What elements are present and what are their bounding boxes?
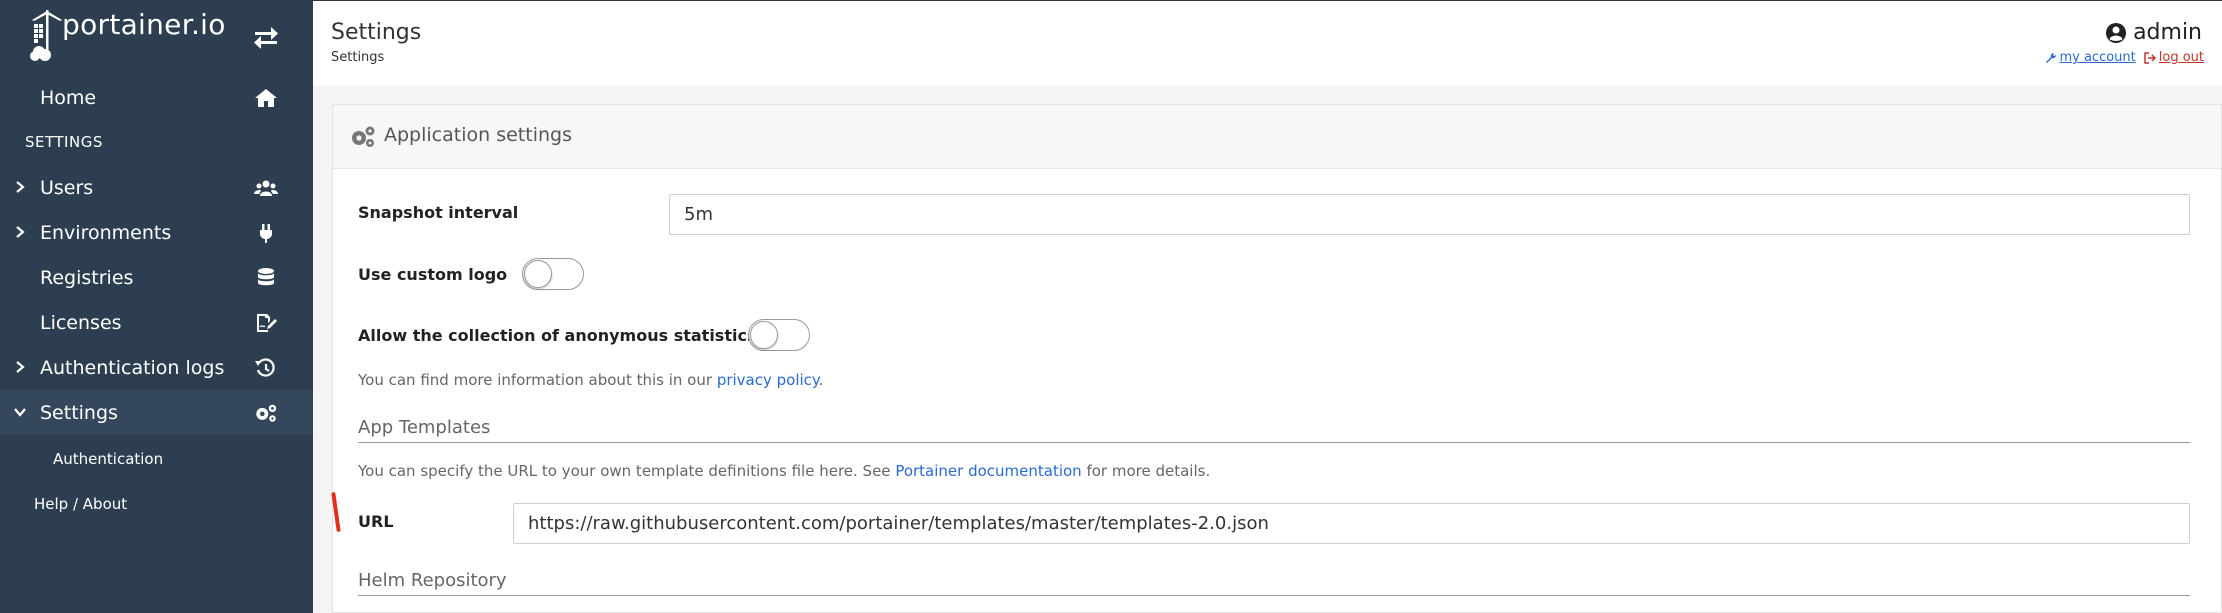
log-out-label: log out xyxy=(2158,50,2204,65)
sidebar-item-label: Environments xyxy=(40,221,172,244)
username: admin xyxy=(2133,20,2202,45)
custom-logo-toggle[interactable] xyxy=(522,258,584,290)
privacy-help-text: You can find more information about this… xyxy=(358,371,823,389)
helm-repository-title: Helm Repository xyxy=(358,570,507,591)
sidebar-item-registries[interactable]: Registries xyxy=(0,255,313,300)
chevron-right-icon xyxy=(16,226,25,238)
sidebar-item-label: Settings xyxy=(40,401,118,424)
snapshot-interval-input[interactable] xyxy=(669,194,2190,235)
sidebar-item-authentication-logs[interactable]: Authentication logs xyxy=(0,345,313,390)
history-icon xyxy=(255,358,275,377)
templates-url-input[interactable] xyxy=(513,503,2190,544)
chevron-right-icon xyxy=(16,181,25,193)
user-menu: admin xyxy=(2105,20,2202,45)
privacy-help-prefix: You can find more information about this… xyxy=(358,371,713,389)
toggle-knob xyxy=(750,321,778,349)
url-label: URL xyxy=(358,512,394,531)
swap-arrows-icon[interactable] xyxy=(252,24,280,52)
user-circle-icon xyxy=(2106,22,2127,43)
privacy-policy-link[interactable]: privacy policy xyxy=(717,371,819,389)
cogs-icon xyxy=(352,126,375,147)
sidebar-item-licenses[interactable]: Licenses xyxy=(0,300,313,345)
logo-text: portainer.io xyxy=(62,8,226,41)
sign-out-icon xyxy=(2144,51,2156,64)
sidebar-item-label: Registries xyxy=(40,266,134,289)
snapshot-interval-label: Snapshot interval xyxy=(358,203,519,222)
my-account-link[interactable]: my account xyxy=(2045,50,2136,65)
chevron-down-icon xyxy=(14,408,26,417)
anonymous-statistics-toggle[interactable] xyxy=(748,319,810,351)
sidebar: portainer.io Home SETTINGS Users Environ… xyxy=(0,0,313,613)
templates-help-suffix: for more details. xyxy=(1086,462,1211,480)
user-links: my account log out xyxy=(2045,50,2204,65)
page-header: Settings Settings admin my account log o… xyxy=(313,0,2222,86)
application-settings-panel: Application settings Snapshot interval U… xyxy=(332,104,2222,613)
anonymous-statistics-label: Allow the collection of anonymous statis… xyxy=(358,326,757,345)
app-templates-divider xyxy=(358,442,2190,443)
sidebar-item-environments[interactable]: Environments xyxy=(0,210,313,255)
breadcrumb: Settings xyxy=(331,50,385,65)
plug-icon xyxy=(260,224,272,243)
wrench-icon xyxy=(2046,52,2057,63)
file-signature-icon xyxy=(257,314,277,332)
sidebar-subitem-authentication[interactable]: Authentication xyxy=(53,450,163,468)
portainer-documentation-link[interactable]: Portainer documentation xyxy=(895,462,1081,480)
sidebar-item-label: Licenses xyxy=(40,311,122,334)
templates-help-prefix: You can specify the URL to your own temp… xyxy=(358,462,891,480)
privacy-help-suffix: . xyxy=(818,371,824,389)
sidebar-item-users[interactable]: Users xyxy=(0,165,313,210)
users-icon xyxy=(254,180,278,196)
sidebar-item-help-about[interactable]: Help / About xyxy=(34,495,127,513)
my-account-label: my account xyxy=(2059,50,2136,65)
cogs-icon xyxy=(256,404,277,422)
chevron-right-icon xyxy=(16,361,25,373)
sidebar-item-label: Authentication logs xyxy=(40,356,225,379)
page-title: Settings xyxy=(331,20,422,45)
templates-help-text: You can specify the URL to your own temp… xyxy=(358,462,1210,480)
database-icon xyxy=(258,268,274,286)
logo-row: portainer.io xyxy=(0,0,313,66)
sidebar-item-settings[interactable]: Settings xyxy=(0,390,313,435)
sidebar-item-home[interactable]: Home xyxy=(0,75,313,120)
sidebar-item-label: Users xyxy=(40,176,94,199)
panel-title: Application settings xyxy=(384,124,572,146)
home-icon xyxy=(255,89,277,107)
sidebar-section-settings: SETTINGS xyxy=(25,133,103,151)
helm-repository-divider xyxy=(358,595,2190,596)
custom-logo-label: Use custom logo xyxy=(358,265,508,284)
toggle-knob xyxy=(524,260,552,288)
sidebar-item-label: Home xyxy=(40,86,97,109)
panel-heading: Application settings xyxy=(333,105,2221,169)
app-templates-title: App Templates xyxy=(358,417,491,438)
log-out-link[interactable]: log out xyxy=(2144,50,2204,65)
